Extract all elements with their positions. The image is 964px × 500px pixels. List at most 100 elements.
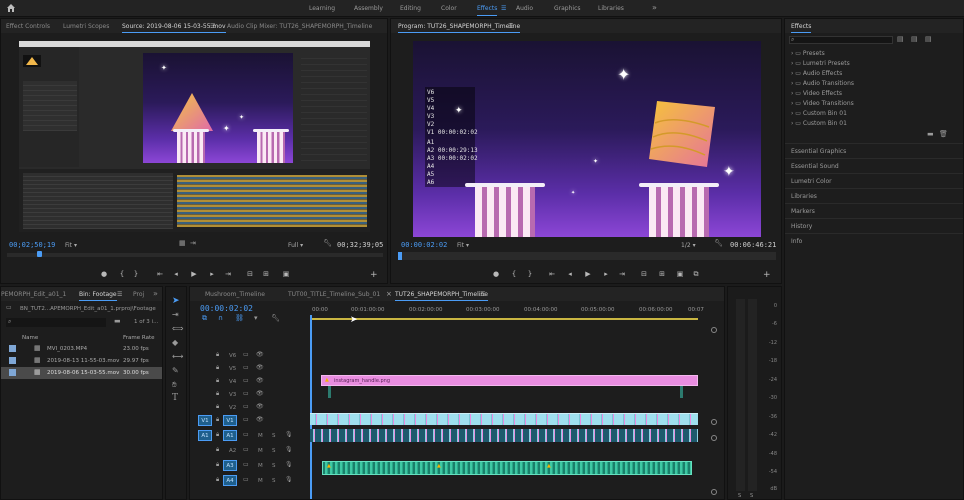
tab-project[interactable]: PEMORPH_Edit_a01_1 bbox=[1, 291, 66, 298]
fx-folder-custom-bin[interactable]: › ▭ Custom Bin 01 bbox=[791, 120, 847, 127]
lock-icon[interactable]: 🔒︎ bbox=[216, 417, 219, 423]
sync-lock-icon[interactable]: ▭ bbox=[243, 417, 249, 423]
tab-shapemorph-timeline[interactable]: TUT26_SHAPEMORPH_Timeline bbox=[395, 291, 488, 301]
mark-out-button[interactable]: } bbox=[525, 270, 535, 278]
eye-icon[interactable]: 👁︎ bbox=[256, 391, 264, 397]
workspace-libraries[interactable]: Libraries bbox=[598, 5, 624, 12]
yuv-effects-icon[interactable]: ▤ bbox=[925, 36, 932, 43]
lock-icon[interactable]: 🔒︎ bbox=[216, 391, 219, 397]
program-resolution-dropdown[interactable]: 1/2 ▾ bbox=[681, 242, 696, 249]
add-marker-icon[interactable]: ▾ bbox=[254, 315, 258, 322]
scroll-handle-top[interactable] bbox=[711, 327, 717, 333]
clips-area[interactable]: ▲ instagram_handle.png ▲ ▲ ▲ bbox=[310, 350, 698, 499]
lock-icon[interactable]: 🔒︎ bbox=[216, 378, 219, 384]
scroll-handle-bottom[interactable] bbox=[711, 489, 717, 495]
trash-icon[interactable]: 🗑︎ bbox=[939, 131, 948, 138]
camera-icon[interactable]: ▣ bbox=[281, 270, 291, 278]
extract-button[interactable]: ⊞ bbox=[657, 270, 667, 278]
accelerated-effects-icon[interactable]: ▤ bbox=[897, 36, 904, 43]
tab-proj[interactable]: Proj bbox=[133, 291, 144, 298]
tab-effects[interactable]: Effects bbox=[791, 23, 812, 33]
tab-title-timeline[interactable]: TUT00_TITLE_Timeline_Sub_01 bbox=[288, 291, 380, 298]
go-to-out-button[interactable]: ⇥ bbox=[617, 270, 627, 278]
panel-libraries[interactable]: Libraries bbox=[785, 188, 963, 203]
panel-overflow-icon[interactable]: » bbox=[153, 289, 158, 298]
step-forward-button[interactable]: ▸ bbox=[207, 270, 217, 278]
fx-folder-video-transitions[interactable]: › ▭ Video Transitions bbox=[791, 100, 854, 107]
wrench-icon[interactable]: 🔧︎ bbox=[323, 240, 332, 247]
eye-icon[interactable]: 👁︎ bbox=[256, 365, 264, 371]
track-target-v1[interactable]: V1 bbox=[223, 415, 237, 426]
sync-lock-icon[interactable]: ▭ bbox=[243, 432, 249, 438]
timeline-settings-icon[interactable]: 🔧︎ bbox=[271, 315, 280, 322]
camera-icon[interactable]: ▣ bbox=[675, 270, 685, 278]
home-icon[interactable] bbox=[6, 3, 16, 13]
nest-icon[interactable]: ⧉ bbox=[202, 315, 207, 322]
play-button[interactable]: ▶ bbox=[583, 270, 593, 278]
sync-lock-icon[interactable]: ▭ bbox=[243, 462, 249, 468]
microphone-icon[interactable]: 🎙︎ bbox=[285, 462, 293, 468]
panel-menu-icon[interactable]: ☰ bbox=[117, 291, 122, 298]
work-area-bar[interactable] bbox=[310, 318, 698, 320]
selection-tool-icon[interactable]: ➤ bbox=[172, 297, 180, 306]
list-item[interactable]: ▦ 2019-08-13 11-55-03.mov 29.97 fps bbox=[1, 355, 162, 367]
workspace-audio[interactable]: Audio bbox=[516, 5, 533, 12]
go-to-in-button[interactable]: ⇤ bbox=[155, 270, 165, 278]
go-to-in-button[interactable]: ⇤ bbox=[547, 270, 557, 278]
scroll-handle-mid[interactable] bbox=[711, 419, 717, 425]
workspace-overflow-icon[interactable]: » bbox=[652, 3, 657, 12]
source-scrubber[interactable] bbox=[7, 251, 383, 257]
track-target-a4[interactable]: A4 bbox=[223, 475, 237, 486]
play-button[interactable]: ▶ bbox=[189, 270, 199, 278]
tab-lumetri-scopes[interactable]: Lumetri Scopes bbox=[63, 23, 109, 30]
sync-lock-icon[interactable]: ▭ bbox=[243, 404, 249, 410]
scroll-handle-mid[interactable] bbox=[711, 435, 717, 441]
track-target-a3[interactable]: A3 bbox=[223, 460, 237, 471]
panel-menu-icon[interactable]: ☰ bbox=[210, 23, 215, 30]
lock-icon[interactable]: 🔒︎ bbox=[216, 365, 219, 371]
program-playhead[interactable] bbox=[398, 252, 402, 260]
lock-icon[interactable]: 🔒︎ bbox=[216, 447, 219, 453]
snap-icon[interactable]: ∩ bbox=[218, 315, 223, 322]
add-marker-button[interactable]: ● bbox=[491, 270, 501, 278]
workspace-effects[interactable]: Effects bbox=[477, 5, 498, 16]
microphone-icon[interactable]: 🎙︎ bbox=[285, 447, 293, 453]
effects-search[interactable]: ⌕ bbox=[789, 36, 893, 44]
panel-markers[interactable]: Markers bbox=[785, 203, 963, 218]
panel-info[interactable]: Info bbox=[785, 233, 963, 248]
add-marker-button[interactable]: ● bbox=[99, 270, 109, 278]
clip-instagram-handle[interactable]: ▲ instagram_handle.png bbox=[321, 375, 698, 386]
lock-icon[interactable]: 🔒︎ bbox=[216, 477, 219, 483]
workspace-menu-icon[interactable]: ☰ bbox=[501, 5, 506, 12]
source-playhead[interactable] bbox=[37, 251, 42, 257]
list-item[interactable]: ▦ MVI_0203.MP4 23.00 fps bbox=[1, 343, 162, 355]
panel-history[interactable]: History bbox=[785, 218, 963, 233]
lock-icon[interactable]: 🔒︎ bbox=[216, 352, 219, 358]
program-timecode-in[interactable]: 00:00:02:02 bbox=[401, 241, 447, 249]
sync-lock-icon[interactable]: ▭ bbox=[243, 365, 249, 371]
clip-v1-video[interactable] bbox=[310, 413, 698, 425]
timeline-timecode[interactable]: 00:00:02:02 bbox=[200, 304, 253, 313]
extract-icon[interactable]: ⇥ bbox=[190, 240, 196, 247]
close-icon[interactable]: × bbox=[386, 290, 392, 298]
fx-folder-presets[interactable]: › ▭ Presets bbox=[791, 50, 825, 57]
panel-menu-icon[interactable]: ☰ bbox=[508, 23, 513, 30]
sync-lock-icon[interactable]: ▭ bbox=[243, 352, 249, 358]
panel-essential-sound[interactable]: Essential Sound bbox=[785, 158, 963, 173]
eye-icon[interactable]: 👁︎ bbox=[256, 417, 264, 423]
mark-in-button[interactable]: { bbox=[117, 270, 127, 278]
type-tool-icon[interactable]: T bbox=[172, 394, 178, 403]
program-scrubber[interactable] bbox=[398, 252, 776, 260]
pen-tool-icon[interactable]: ✎ bbox=[172, 367, 179, 375]
fx-folder-audio-transitions[interactable]: › ▭ Audio Transitions bbox=[791, 80, 854, 87]
add-button[interactable]: + bbox=[763, 270, 771, 280]
effects-search-input[interactable] bbox=[798, 37, 892, 43]
workspace-assembly[interactable]: Assembly bbox=[354, 5, 383, 12]
tab-audio-clip-mixer[interactable]: Audio Clip Mixer: TUT26_SHAPEMORPH_Timel… bbox=[227, 23, 372, 30]
solo-toggle[interactable]: S bbox=[272, 478, 276, 484]
solo-channel-right[interactable]: S bbox=[750, 493, 753, 499]
comparison-view-button[interactable]: ⧉ bbox=[691, 270, 701, 279]
lift-button[interactable]: ⊟ bbox=[639, 270, 649, 278]
fx-folder-custom-bin[interactable]: › ▭ Custom Bin 01 bbox=[791, 110, 847, 117]
tab-mushroom-timeline[interactable]: Mushroom_Timeline bbox=[205, 291, 265, 298]
